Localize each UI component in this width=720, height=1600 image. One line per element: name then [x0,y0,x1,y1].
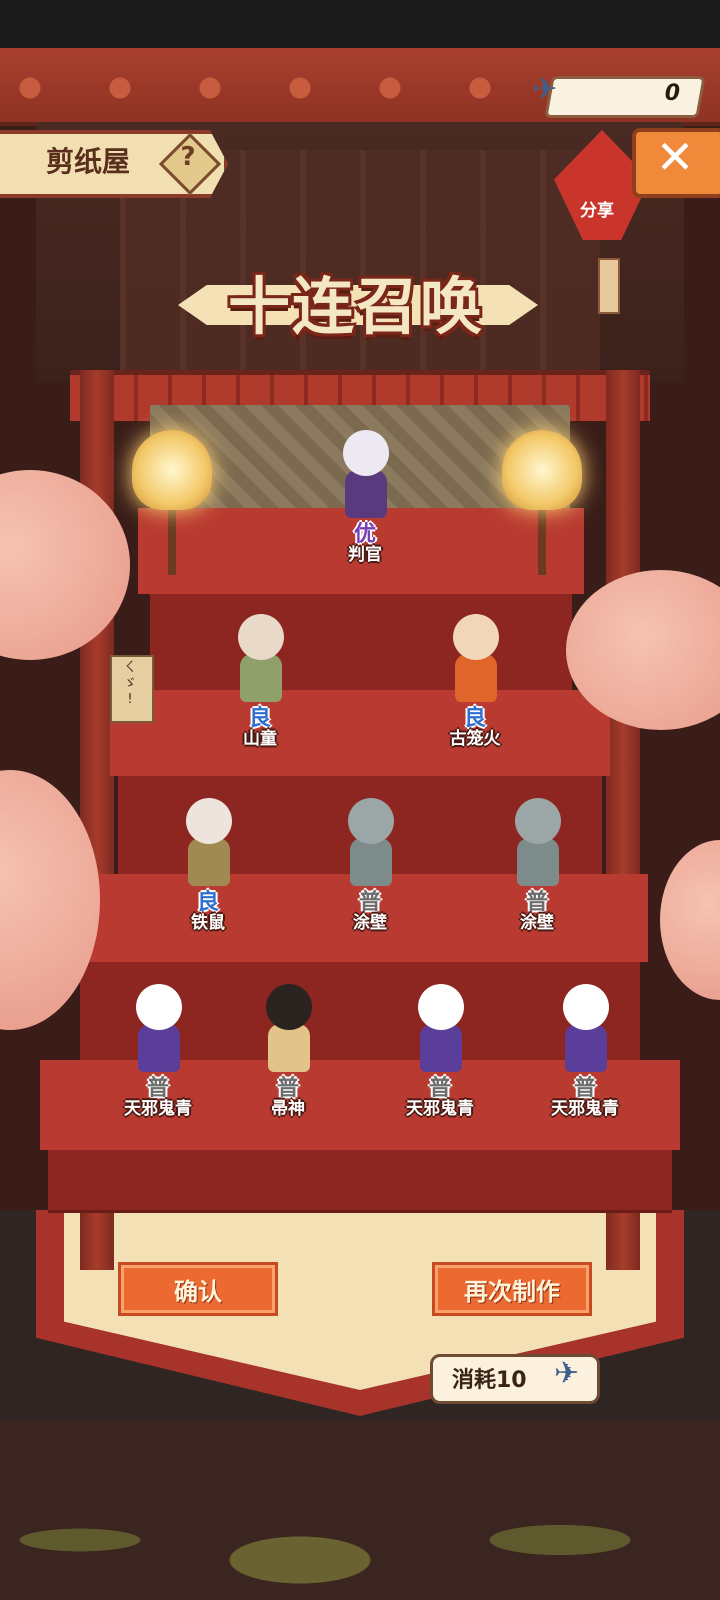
share-label[interactable]: 分享 [580,196,614,221]
character-figure [445,614,505,704]
lantern-post-right [538,505,546,575]
character-head [186,798,232,844]
status-bar-area [0,0,720,48]
character-figure [178,798,238,888]
side-sign-text: ㄑ ゞ ! [123,660,137,707]
remake-label[interactable]: 再次制作 [432,1272,592,1307]
question-icon[interactable]: ? [176,142,200,172]
character-figure [230,614,290,704]
character-name: 涂壁 [353,913,387,933]
character-head [348,798,394,844]
character-body [345,470,387,518]
character-figure [128,984,188,1074]
step-4-riser [48,1150,672,1213]
close-icon[interactable]: ✕ [632,130,718,184]
character-figure [507,798,567,888]
character-body [138,1024,180,1072]
result-card[interactable]: 良 古笼火 [420,596,530,749]
result-card[interactable]: 良 山童 [205,596,315,749]
cost-label: 消耗10 [452,1368,527,1393]
character-head [238,614,284,660]
character-name: 铁鼠 [191,913,225,933]
character-body [188,838,230,886]
character-name: 帚神 [271,1099,305,1119]
step-2 [110,690,610,776]
result-card[interactable]: 普 涂壁 [315,780,425,933]
character-name: 古笼火 [449,729,501,749]
lantern-right [502,430,582,510]
character-figure [258,984,318,1074]
result-card[interactable]: 普 天邪鬼青 [530,966,640,1119]
character-name: 涂壁 [520,913,554,933]
character-figure [410,984,470,1074]
character-name: 山童 [243,729,277,749]
cloud-right-lower [660,840,720,1000]
result-card[interactable]: 普 涂壁 [482,780,592,933]
paper-crane-icon: ✈ [554,1356,580,1391]
character-head [563,984,609,1030]
result-card[interactable]: 普 天邪鬼青 [385,966,495,1119]
result-card[interactable]: 优 判官 [310,412,420,565]
character-body [268,1024,310,1072]
currency-display [544,76,706,118]
character-body [517,838,559,886]
character-body [565,1024,607,1072]
character-body [350,838,392,886]
character-name: 天邪鬼青 [551,1099,619,1119]
confirm-label[interactable]: 确认 [118,1272,278,1307]
result-card[interactable]: 良 铁鼠 [153,780,263,933]
lantern-post-left [168,505,176,575]
lantern-left [132,430,212,510]
character-figure [340,798,400,888]
character-figure [335,430,395,520]
page-title: 剪纸屋 [46,145,131,178]
character-figure [555,984,615,1074]
result-card[interactable]: 普 帚神 [233,966,343,1119]
character-head [453,614,499,660]
bottom-leaves [0,1420,720,1600]
character-name: 天邪鬼青 [124,1099,192,1119]
character-name: 判官 [348,545,382,565]
summon-title: 十连召唤 [227,270,484,343]
character-head [266,984,312,1030]
character-body [240,654,282,702]
character-head [515,798,561,844]
character-body [420,1024,462,1072]
character-head [136,984,182,1030]
result-card[interactable]: 普 天邪鬼青 [103,966,213,1119]
currency-value: 0 [664,81,680,106]
paper-crane-icon: ✈ [532,72,558,107]
character-body [455,654,497,702]
character-head [343,430,389,476]
character-name: 天邪鬼青 [406,1099,474,1119]
crane-tag [598,258,620,314]
character-head [418,984,464,1030]
